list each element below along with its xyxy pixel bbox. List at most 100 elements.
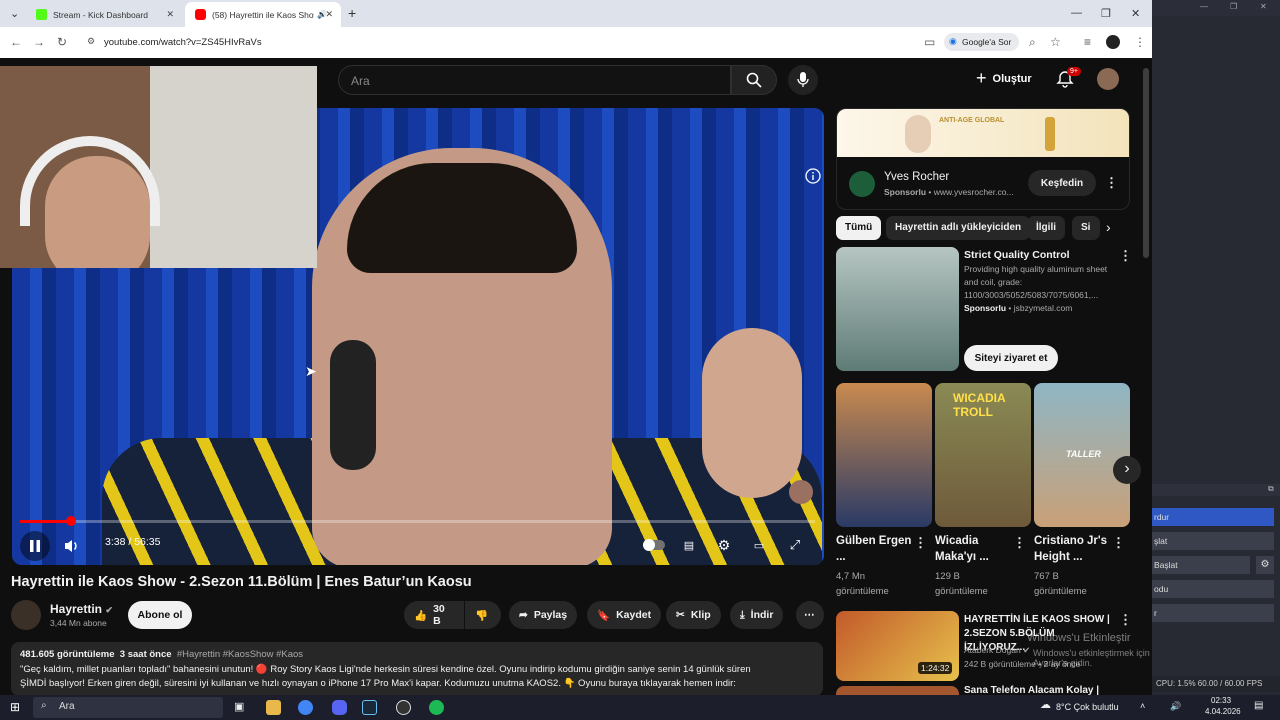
maximize-button[interactable]: ❐ xyxy=(1101,7,1111,20)
short-title[interactable]: Gülben Ergen ... xyxy=(836,533,916,565)
weather-text[interactable]: 8°C Çok bulutlu xyxy=(1056,702,1119,712)
media-control-icon[interactable]: ≡ xyxy=(1084,35,1091,49)
speaker-icon[interactable]: 🔊 xyxy=(1170,701,1181,712)
chip-related[interactable]: İlgili xyxy=(1027,216,1065,240)
theater-mode-icon[interactable]: ▭ xyxy=(748,535,770,555)
chip-all[interactable]: Tümü xyxy=(836,216,882,240)
like-button[interactable]: 👍 30 B xyxy=(404,601,464,629)
sponsored-thumbnail[interactable] xyxy=(836,247,959,371)
obs-virtualcam-button[interactable]: Başlat xyxy=(1152,556,1250,574)
settings-gear-icon[interactable]: ⚙ xyxy=(713,535,735,555)
short-thumbnail[interactable]: TALLER xyxy=(1034,383,1130,527)
sponsored-title[interactable]: Strict Quality Control xyxy=(964,249,1070,261)
obs-minimize-icon[interactable]: — xyxy=(1200,2,1208,11)
subtitles-icon[interactable]: ▤ xyxy=(678,535,700,555)
volume-button[interactable] xyxy=(60,536,84,556)
close-window-button[interactable]: ✕ xyxy=(1131,7,1140,20)
more-actions-button[interactable]: ⋯ xyxy=(796,601,824,629)
obs-close-icon[interactable]: ✕ xyxy=(1260,2,1267,11)
discord-icon[interactable] xyxy=(332,700,347,715)
save-button[interactable]: 🔖 Kaydet xyxy=(587,601,662,629)
profile-avatar[interactable] xyxy=(1106,35,1120,49)
search-button[interactable] xyxy=(731,65,777,95)
new-tab-button[interactable]: + xyxy=(348,5,356,21)
short-title[interactable]: Cristiano Jr's Height ... xyxy=(1034,533,1114,565)
download-button[interactable]: ⤓ İndir xyxy=(730,601,784,629)
hashtags[interactable]: #Hayrettin #KaosShow #Kaos xyxy=(177,649,303,660)
obs-settings-button[interactable]: r xyxy=(1152,604,1274,622)
tray-chevron-icon[interactable]: ˄ xyxy=(1140,701,1145,711)
user-avatar[interactable] xyxy=(1097,68,1119,90)
short-title[interactable]: Wicadia Maka'yı ... xyxy=(935,533,1015,565)
visit-site-button[interactable]: Siteyi ziyaret et xyxy=(964,345,1058,371)
obs-maximize-icon[interactable]: ❐ xyxy=(1230,2,1237,11)
share-button[interactable]: ➦ Paylaş xyxy=(509,601,578,629)
obs-icon[interactable] xyxy=(396,700,411,715)
chevron-right-icon[interactable]: › xyxy=(1106,219,1111,235)
page-scrollbar[interactable] xyxy=(1143,68,1149,258)
more-icon[interactable]: ⋮ xyxy=(1119,248,1132,264)
task-view-icon[interactable]: ▣ xyxy=(234,700,244,713)
obs-undock-icon[interactable]: ⧉ xyxy=(1268,484,1274,494)
cast-icon[interactable]: ▭ xyxy=(924,35,935,49)
clock-date[interactable]: 4.04.2026 xyxy=(1205,707,1241,716)
dislike-button[interactable]: 👎 xyxy=(465,601,501,629)
create-button[interactable]: + Oluştur xyxy=(976,68,1032,89)
brand-logo[interactable] xyxy=(849,171,875,197)
more-icon[interactable]: ⋮ xyxy=(1013,535,1026,551)
discover-button[interactable]: Keşfedin xyxy=(1028,170,1096,196)
taskbar-search[interactable]: ⌕ Ara xyxy=(33,697,223,718)
autoplay-toggle[interactable] xyxy=(640,536,668,554)
chip-more[interactable]: Si xyxy=(1072,216,1100,240)
more-icon[interactable]: ⋮ xyxy=(914,535,927,551)
spotify-icon[interactable] xyxy=(429,700,444,715)
related-channel[interactable]: Ataberk Doğan xyxy=(964,645,1021,655)
chip-uploader[interactable]: Hayrettin adlı yükleyiciden xyxy=(886,216,1031,240)
close-icon[interactable]: ✕ xyxy=(166,9,174,20)
close-icon[interactable]: ✕ xyxy=(325,9,333,20)
clip-button[interactable]: ✂ Klip xyxy=(666,601,721,629)
google-sor-button[interactable]: ◉ Google'a Sor xyxy=(944,33,1020,51)
progress-bar[interactable] xyxy=(20,516,815,526)
channel-avatar[interactable] xyxy=(11,600,41,630)
fullscreen-icon[interactable]: ⤢ xyxy=(784,535,806,555)
steam-icon[interactable] xyxy=(362,700,377,715)
obs-studio-mode-button[interactable]: odu xyxy=(1152,580,1274,598)
search-input[interactable]: Ara xyxy=(338,65,731,95)
progress-scrubber[interactable] xyxy=(65,516,76,526)
tab-search-icon[interactable]: ⌄ xyxy=(10,7,19,20)
channel-watermark-icon[interactable] xyxy=(789,480,813,504)
forward-icon[interactable]: → xyxy=(33,35,45,49)
ad-card[interactable]: ANTI-AGE GLOBAL Yves Rocher Sponsorlu • … xyxy=(836,108,1130,210)
channel-name[interactable]: Hayrettin ✔ xyxy=(50,602,113,616)
file-explorer-icon[interactable] xyxy=(266,700,281,715)
related-title[interactable]: Sana Telefon Alacam Kolay | xyxy=(964,685,1099,695)
description-box[interactable]: 481.605 görüntüleme 3 saat önce #Hayrett… xyxy=(11,642,823,696)
short-thumbnail[interactable] xyxy=(836,383,932,527)
obs-record-button[interactable]: şlat xyxy=(1152,532,1274,550)
subscribe-button[interactable]: Abone ol xyxy=(128,601,192,629)
minimize-button[interactable]: — xyxy=(1071,7,1082,19)
clock-time[interactable]: 02:33 xyxy=(1211,696,1231,705)
ad-banner[interactable]: ANTI-AGE GLOBAL xyxy=(837,109,1129,157)
related-thumbnail[interactable] xyxy=(836,686,959,695)
chrome-icon[interactable] xyxy=(298,700,313,715)
reload-icon[interactable]: ↻ xyxy=(57,35,67,49)
voice-search-button[interactable] xyxy=(788,65,818,95)
windows-start-icon[interactable]: ⊞ xyxy=(10,700,20,714)
tab-youtube[interactable]: (58) Hayrettin ile Kaos Show 🔊 ✕ xyxy=(185,2,341,27)
browser-menu-icon[interactable]: ⋮ xyxy=(1134,35,1146,49)
site-info-icon[interactable]: ⚙ xyxy=(87,36,95,47)
back-icon[interactable]: ← xyxy=(10,35,22,49)
notification-center-icon[interactable]: ▤ xyxy=(1254,700,1263,711)
info-icon[interactable] xyxy=(805,168,821,189)
more-icon[interactable]: ⋮ xyxy=(1105,175,1118,191)
short-thumbnail[interactable]: WICADIA TROLL xyxy=(935,383,1031,527)
more-icon[interactable]: ⋮ xyxy=(1112,535,1125,551)
pause-button[interactable] xyxy=(20,531,50,561)
bookmark-star-icon[interactable]: ☆ xyxy=(1050,35,1061,49)
obs-stream-button[interactable]: rdur xyxy=(1152,508,1274,526)
zoom-icon[interactable]: ⌕ xyxy=(1029,35,1036,50)
tab-kick[interactable]: Stream - Kick Dashboard ✕ xyxy=(26,2,182,27)
shorts-next-button[interactable]: › xyxy=(1113,456,1141,484)
